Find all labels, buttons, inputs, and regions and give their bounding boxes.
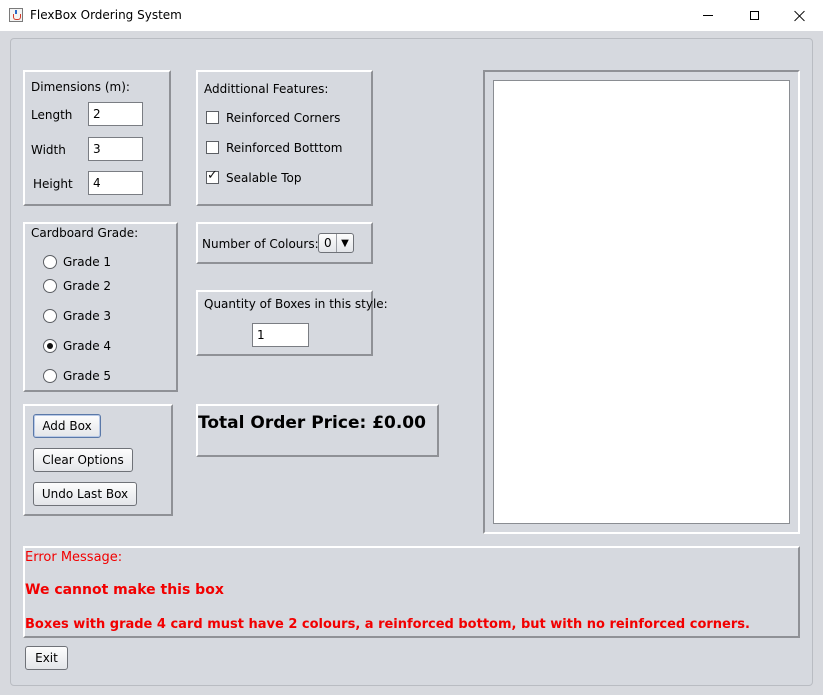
grade-4-label: Grade 4 — [63, 339, 112, 353]
colours-dropdown-value: 0 — [324, 236, 332, 250]
minimize-button[interactable] — [685, 0, 731, 31]
chevron-down-icon: ▼ — [336, 234, 353, 252]
clear-options-button[interactable]: Clear Options — [33, 448, 133, 472]
grade-panel — [23, 222, 178, 392]
grade-1-label: Grade 1 — [63, 255, 112, 269]
grade-3-label: Grade 3 — [63, 309, 112, 323]
close-button[interactable] — [777, 0, 823, 31]
radio-selected-dot-icon — [47, 343, 53, 349]
maximize-icon — [749, 11, 759, 20]
maximize-button[interactable] — [731, 0, 777, 31]
total-price: Total Order Price: £0.00 — [198, 413, 426, 433]
error-detail: Boxes with grade 4 card must have 2 colo… — [25, 617, 750, 632]
grade-3-radio[interactable] — [43, 309, 57, 323]
dimensions-heading: Dimensions (m): — [31, 80, 130, 94]
error-title: We cannot make this box — [25, 582, 224, 598]
grade-2-radio[interactable] — [43, 279, 57, 293]
reinforced-bottom-label: Reinforced Botttom — [226, 141, 343, 155]
undo-last-box-button[interactable]: Undo Last Box — [33, 482, 137, 506]
reinforced-corners-label: Reinforced Corners — [226, 111, 341, 125]
sealable-top-checkbox[interactable]: ✓ — [206, 168, 219, 184]
java-cup-icon — [9, 8, 23, 22]
grade-5-radio[interactable] — [43, 369, 57, 383]
grade-2-label: Grade 2 — [63, 279, 112, 293]
length-input[interactable]: 2 — [88, 102, 143, 126]
window-title: FlexBox Ordering System — [30, 8, 182, 22]
height-label: Height — [33, 177, 73, 191]
width-label: Width — [31, 143, 66, 157]
checkmark-icon: ✓ — [207, 168, 218, 183]
length-label: Length — [31, 108, 73, 122]
error-heading: Error Message: — [25, 550, 123, 565]
close-icon — [794, 10, 806, 22]
quantity-label: Quantity of Boxes in this style: — [204, 297, 388, 311]
order-list[interactable] — [493, 80, 790, 524]
quantity-input[interactable]: 1 — [252, 323, 309, 347]
add-box-button[interactable]: Add Box — [33, 414, 101, 438]
reinforced-bottom-checkbox[interactable] — [206, 141, 219, 154]
features-heading: Addittional Features: — [204, 82, 329, 96]
height-input[interactable]: 4 — [88, 171, 143, 195]
title-bar: FlexBox Ordering System — [0, 0, 823, 31]
grade-4-radio[interactable] — [43, 339, 57, 353]
minimize-icon — [703, 15, 713, 16]
grade-1-radio[interactable] — [43, 255, 57, 269]
colours-label: Number of Colours: — [202, 237, 319, 251]
exit-button[interactable]: Exit — [25, 646, 68, 670]
reinforced-corners-checkbox[interactable] — [206, 111, 219, 124]
grade-5-label: Grade 5 — [63, 369, 112, 383]
grade-heading: Cardboard Grade: — [31, 226, 139, 240]
sealable-top-label: Sealable Top — [226, 171, 302, 185]
colours-dropdown[interactable]: 0 ▼ — [318, 233, 354, 253]
width-input[interactable]: 3 — [88, 137, 143, 161]
